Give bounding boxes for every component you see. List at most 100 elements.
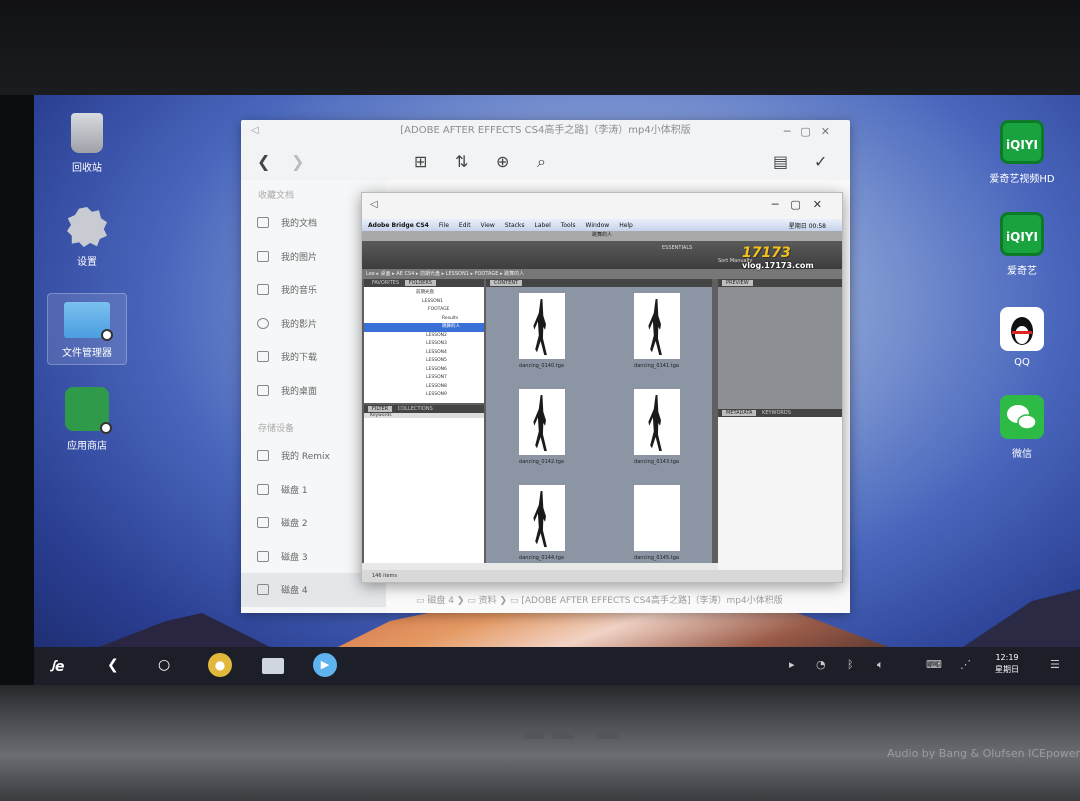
- path-item: FOOTAGE: [474, 271, 499, 277]
- trash-icon: [71, 113, 103, 153]
- desktop-icon-qq[interactable]: QQ: [982, 307, 1062, 368]
- desktop-icon-wechat[interactable]: 微信: [982, 395, 1062, 460]
- desktop-icon-iqiyi-hd[interactable]: iQIYI 爱奇艺视频HD: [982, 120, 1062, 185]
- back-arrow-icon[interactable]: ❮: [257, 152, 270, 171]
- tab-keywords: KEYWORDS: [762, 410, 791, 416]
- volume-icon[interactable]: 🔈︎: [877, 658, 884, 672]
- folder-icon: [64, 302, 113, 341]
- menu-item: Window: [585, 221, 610, 229]
- home-circle-icon[interactable]: ○: [158, 657, 170, 673]
- download-icon: [257, 351, 269, 363]
- metadata-area: [718, 417, 842, 579]
- maximize-icon[interactable]: ▢: [800, 125, 820, 138]
- tree-item: LESSON2: [426, 332, 447, 338]
- window-back-icon[interactable]: ◁: [370, 199, 378, 210]
- wifi-icon[interactable]: ⋰: [960, 658, 971, 671]
- desktop-icon-label: 回收站: [72, 163, 102, 174]
- sidebar-item-label: 我的影片: [281, 319, 318, 330]
- filter-tabbar: FILTER COLLECTIONS: [364, 405, 484, 413]
- menu-app-name: Adobe Bridge CS4: [368, 221, 429, 229]
- tree-item: LESSON8: [426, 383, 447, 389]
- breadcrumb: ▭ 磁盘 4 ❯ ▭ 资料 ❯ ▭ [ADOBE AFTER EFFECTS C…: [386, 585, 850, 613]
- thumbnail: dancing_0141.tga: [619, 293, 694, 381]
- dancer-silhouette: [533, 299, 547, 355]
- bluetooth-icon[interactable]: ᛒ: [847, 658, 854, 671]
- sidebar-item-label: 磁盘 2: [281, 519, 308, 530]
- clipboard-icon[interactable]: ▤: [773, 152, 788, 171]
- filter-keywords: Keywords: [364, 413, 484, 418]
- desktop-icon-app-store[interactable]: 应用商店: [47, 387, 127, 452]
- mac-clock: 星期日 00:58: [788, 222, 826, 230]
- path-item: LESSON1: [445, 271, 469, 277]
- thumbnail-caption: dancing_0144.tga: [519, 555, 564, 561]
- select-check-icon[interactable]: ✓: [814, 152, 827, 171]
- laptop-bezel-top: [0, 0, 1080, 95]
- wallpaper-mountain-left: [94, 613, 274, 649]
- folders-tabbar: FAVORITES FOLDERS: [364, 279, 484, 287]
- desktop-icon-iqiyi[interactable]: iQIYI 爱奇艺: [982, 212, 1062, 277]
- start-logo-icon[interactable]: ꭍe: [50, 657, 65, 676]
- tree-item: LESSON5: [426, 358, 447, 363]
- menu-icon[interactable]: ☰: [1050, 658, 1060, 671]
- menu-item: File: [438, 221, 449, 229]
- tree-item: FOOTAGE: [428, 307, 450, 312]
- taskbar-clock[interactable]: 12:19 星期日: [995, 652, 1019, 676]
- sidebar-item-label: 我的桌面: [281, 386, 318, 397]
- breadcrumb-item[interactable]: [ADOBE AFTER EFFECTS CS4高手之路]（李涛）mp4小体积版: [521, 596, 782, 606]
- microphone-app-icon[interactable]: ●: [208, 653, 232, 677]
- tab-preview: PREVIEW: [722, 280, 753, 286]
- disk-icon: [257, 483, 269, 495]
- sort-icon[interactable]: ⇅: [455, 152, 468, 171]
- desktop-icon-trash[interactable]: 回收站: [47, 113, 127, 174]
- breadcrumb-item[interactable]: 磁盘 4: [427, 596, 454, 606]
- content-panel: CONTENT dancing_0140.tga dancing_0141.tg…: [486, 279, 712, 563]
- wechat-icon: [1000, 395, 1044, 439]
- search-icon[interactable]: ⌕: [537, 152, 546, 172]
- thumbnail-caption: dancing_0145.tga: [634, 555, 679, 561]
- thumbnail: dancing_0142.tga: [504, 389, 579, 477]
- iqiyi-hd-icon: iQIYI: [1000, 120, 1044, 164]
- file-manager-toolbar: ❮ ❯ ⊞ ⇅ ⊕ ⌕ ▤ ✓: [241, 144, 850, 180]
- close-icon[interactable]: ✕: [821, 125, 840, 138]
- forward-arrow-icon[interactable]: ❯: [291, 152, 304, 171]
- desktop-icon-label: 微信: [1012, 449, 1032, 460]
- minimize-icon[interactable]: ─: [784, 125, 801, 138]
- close-icon[interactable]: ✕: [813, 198, 834, 211]
- clock-day: 星期日: [995, 665, 1019, 674]
- video-icon: [257, 317, 269, 329]
- desktop-icon-label: QQ: [1014, 357, 1030, 368]
- document-icon: [257, 217, 269, 229]
- music-icon: [257, 284, 269, 296]
- breadcrumb-item[interactable]: 资料: [479, 596, 497, 606]
- grid-view-icon[interactable]: ⊞: [414, 152, 427, 171]
- menu-item: Help: [619, 221, 633, 229]
- minimize-icon[interactable]: ─: [772, 198, 791, 211]
- bridge-left-panel: FAVORITES FOLDERS 前期光盘 LESSON1 FOOTAGE R…: [364, 279, 484, 563]
- thumbnail-caption: dancing_0143.tga: [634, 459, 679, 465]
- maximize-icon[interactable]: ▢: [790, 198, 812, 211]
- content-tabbar: CONTENT: [486, 279, 712, 287]
- watermark-text: 17173: [742, 245, 791, 261]
- tree-item: LESSON1: [422, 298, 443, 304]
- desktop-icon-file-manager[interactable]: 文件管理器: [47, 293, 127, 365]
- desktop-icon: [257, 384, 269, 396]
- new-folder-icon[interactable]: ⊕: [496, 152, 509, 171]
- dancer-thumbnail: [518, 485, 565, 551]
- preview-area: [718, 287, 842, 409]
- chevron-right-icon: ❯: [456, 596, 468, 606]
- window-controls: ─▢✕: [784, 125, 840, 138]
- menu-item: Edit: [458, 221, 471, 229]
- play-tray-icon[interactable]: ▸: [789, 658, 795, 671]
- desktop-icon-settings[interactable]: 设置: [47, 207, 127, 268]
- menu-item: Tools: [560, 221, 576, 229]
- taskbar: ꭍe ❮ ○ ● ▶ ▸ ◔ ᛒ 🔈︎ ⌨ ⋰ 12:19 星期日 ☰: [34, 647, 1080, 685]
- keyboard-icon[interactable]: ⌨: [926, 658, 942, 671]
- qq-icon: [1000, 307, 1044, 351]
- image-icon: [257, 250, 269, 262]
- speedometer-icon[interactable]: ◔: [816, 658, 826, 671]
- tree-item-selected: 跳舞的人: [364, 323, 484, 332]
- video-player-taskbar-icon[interactable]: ▶: [313, 653, 337, 677]
- sidebar-item-label: 我的 Remix: [281, 452, 330, 463]
- file-manager-taskbar-icon[interactable]: [262, 658, 284, 674]
- back-icon[interactable]: ❮: [107, 657, 119, 673]
